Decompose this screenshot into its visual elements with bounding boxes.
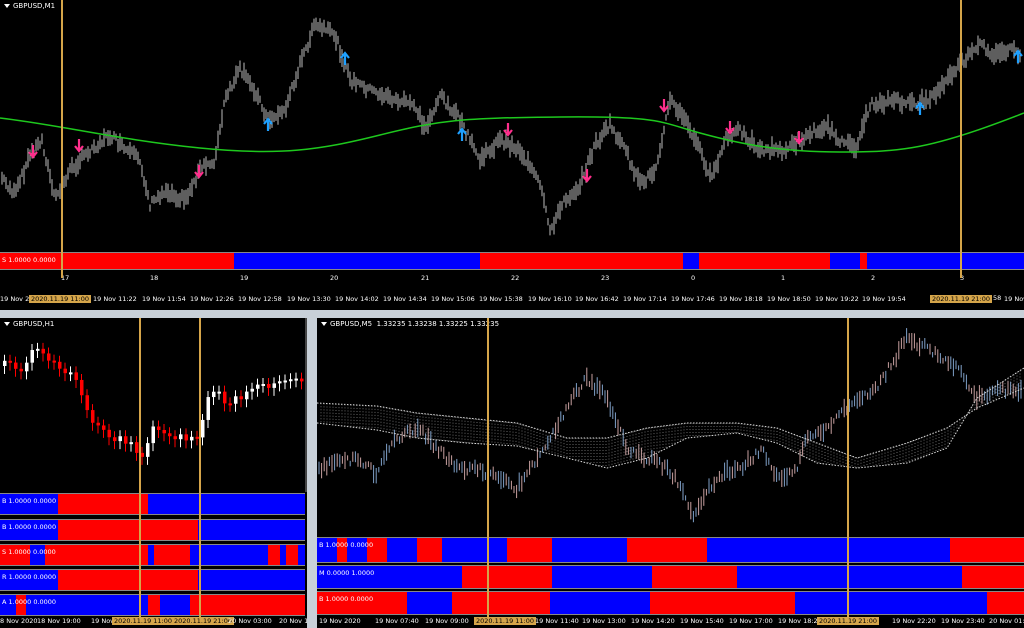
- time-tick-label: 19 Nov 15:40: [680, 617, 724, 625]
- m1-indicator-bar: S 1.0000 0.0000: [0, 252, 1024, 270]
- indicator-label: B 1.0000 0.0000: [2, 497, 57, 505]
- session-marker-line: [199, 318, 201, 618]
- hour-tick-label: 2: [871, 274, 876, 282]
- time-tick-label: 19 Nov 16:10: [528, 295, 572, 303]
- indicator-bar: B 1.0000 0.0000: [317, 537, 1024, 563]
- m1-hour-axis: 17 18 19 20 21 22 23 0 1 2 3: [0, 274, 1024, 284]
- indicator-bar: B 1.0000 0.0000: [0, 519, 305, 541]
- m1-chart-window[interactable]: GBPUSD,M1 S 1.0000 0.0000 17 18 19 20 21 22 23…: [0, 0, 1024, 310]
- m1-indicator-label: S 1.0000 0.0000: [2, 256, 56, 264]
- hour-tick-label: 22: [511, 274, 520, 282]
- time-tick-label: 19 Nov 19:22: [815, 295, 859, 303]
- time-tick-label: 19 Nov 12:58: [238, 295, 282, 303]
- hour-tick-label: 18: [150, 274, 159, 282]
- time-tick-label: 19 Nov 12:26: [190, 295, 234, 303]
- h1-chart-window[interactable]: GBPUSD,H1 8 Nov 202018 Nov 19:0019 Nov 0…: [0, 318, 307, 628]
- time-tick-label: 19 Nov 17:14: [623, 295, 667, 303]
- time-tick-label: 20 Nov 03:00: [228, 617, 272, 625]
- time-tick-label: 19 Nov 09:00: [425, 617, 469, 625]
- time-tick-label: 19 Nov 2020: [319, 617, 361, 625]
- time-tick-label: 19 Nov 14:34: [383, 295, 427, 303]
- indicator-bar: R 1.0000 0.0000: [0, 569, 305, 591]
- indicator-label: B 1.0000 0.0000: [319, 595, 374, 603]
- indicator-label: B 1.0000 0.0000: [2, 523, 57, 531]
- time-tick-label: 19 Nov 14:02: [335, 295, 379, 303]
- hour-tick-label: 0: [691, 274, 696, 282]
- h1-price-chart[interactable]: [0, 318, 307, 492]
- time-tick-label: 19 Nov 17:00: [729, 617, 773, 625]
- time-tick-label: 18 Nov 19:00: [37, 617, 81, 625]
- time-tick-label: 20 Nov 1: [279, 617, 307, 625]
- time-tick-label: 19 Nov 18:50: [767, 295, 811, 303]
- hour-tick-label: 1: [781, 274, 786, 282]
- time-tick-label: 19 Nov 18:20: [778, 617, 822, 625]
- time-tick-label: 2020.11.19 11:00: [29, 295, 92, 303]
- time-tick-label: 19 Nov 15:06: [431, 295, 475, 303]
- time-tick-label: 19 Nov 14:20: [631, 617, 675, 625]
- time-tick-label: 19 Nov 13:30: [287, 295, 331, 303]
- session-marker-line: [139, 318, 141, 618]
- m5-time-axis: 19 Nov 2020 19 Nov 07:40 19 Nov 09:00 2020.…: [317, 617, 1024, 627]
- time-tick-label: 8 Nov 2020: [0, 617, 38, 625]
- time-tick-label: 19 Nov 16:42: [575, 295, 619, 303]
- time-tick-label: 19 Nov 23:40: [941, 617, 985, 625]
- time-tick-label: 19 Nov 11:22: [93, 295, 137, 303]
- m1-price-chart[interactable]: [0, 0, 1024, 248]
- time-tick-label: 19 Nov 11:54: [142, 295, 186, 303]
- indicator-label: B 1.0000 0.0000: [319, 541, 374, 549]
- indicator-label: S 1.0000 0.0000: [2, 548, 56, 556]
- hour-tick-label: 20: [330, 274, 339, 282]
- hour-tick-label: 19: [240, 274, 249, 282]
- m1-time-axis: 19 Nov 20 2020.11.19 11:00 19 Nov 11:22 19 …: [0, 294, 1024, 305]
- h1-time-axis: 8 Nov 202018 Nov 19:0019 Nov 05:002020.1…: [0, 617, 307, 627]
- indicator-bar: B 1.0000 0.0000: [317, 591, 1024, 615]
- indicator-label: A 1.0000 0.0000: [2, 598, 57, 606]
- session-marker-line: [960, 0, 962, 278]
- time-tick-label: 19 Nov 22:20: [892, 617, 936, 625]
- time-tick-label: 19 Nov 13:00: [582, 617, 626, 625]
- time-tick-label: 19 Nov 18:18: [719, 295, 763, 303]
- time-tick-label: 2020.11.19 11:00: [112, 617, 175, 625]
- indicator-bar: M 0.0000 1.0000: [317, 565, 1024, 589]
- session-marker-line: [61, 0, 63, 278]
- time-tick-label: 2020.11.19 21:00: [930, 295, 993, 303]
- indicator-bar: B 1.0000 0.0000: [0, 493, 305, 515]
- time-tick-label: 19 Nov 19:54: [862, 295, 906, 303]
- indicator-bar: S 1.0000 0.0000: [0, 544, 305, 566]
- time-tick-label: 2020.11.19 21:00: [817, 617, 880, 625]
- indicator-label: R 1.0000 0.0000: [2, 573, 57, 581]
- hour-tick-label: 21: [421, 274, 430, 282]
- indicator-bar: A 1.0000 0.0000: [0, 594, 305, 616]
- time-tick-label: 19 Nov 17:46: [671, 295, 715, 303]
- time-tick-label: 2020.11.19 21:00: [172, 617, 235, 625]
- time-tick-label: 58: [993, 294, 1002, 302]
- session-marker-line: [847, 318, 849, 618]
- time-tick-label: 19 Nov 07:40: [375, 617, 419, 625]
- session-marker-line: [487, 318, 489, 618]
- m5-chart-window[interactable]: GBPUSD,M5 1.33235 1.33238 1.33225 1.3323…: [317, 318, 1024, 628]
- time-tick-label: 19 Nov 11:40: [535, 617, 579, 625]
- time-tick-label: 19 Nov 15:38: [479, 295, 523, 303]
- time-tick-label: 19 Nov: [1004, 295, 1024, 303]
- time-tick-label: 20 Nov 01:00: [989, 617, 1024, 625]
- hour-tick-label: 23: [601, 274, 610, 282]
- m5-price-chart[interactable]: [317, 318, 1024, 534]
- indicator-label: M 0.0000 1.0000: [319, 569, 375, 577]
- time-tick-label: 2020.11.19 11:00: [474, 617, 537, 625]
